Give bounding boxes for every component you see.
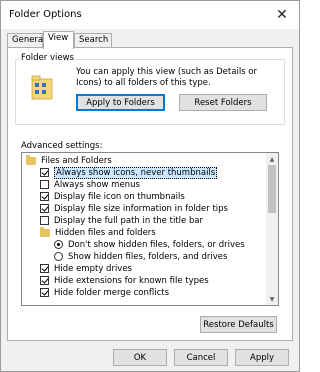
scrollbar-thumb[interactable] [268,165,276,213]
apply-to-folders-button[interactable]: Apply to Folders [76,94,165,111]
setting-hide-empty-drives[interactable]: Hide empty drives [40,263,132,274]
radio-button[interactable] [54,240,63,249]
setting-display-file-icon[interactable]: Display file icon on thumbnails [40,191,185,202]
setting-hide-extensions[interactable]: Hide extensions for known file types [40,275,209,286]
cancel-button[interactable]: Cancel [174,349,228,366]
folder-options-window: Folder Options ✕ General View Search Fol… [0,0,300,372]
setting-label: Hide extensions for known file types [54,275,209,286]
ok-button[interactable]: OK [113,349,167,366]
tree-folder-label: Files and Folders [41,155,112,166]
checkbox[interactable] [40,276,49,285]
tab-view-label: View [48,33,69,43]
checkbox[interactable] [40,168,49,177]
checkbox[interactable] [40,288,49,297]
checkbox[interactable] [40,216,49,225]
folder-views-description: You can apply this view (such as Details… [76,67,258,88]
tree-folder-label: Hidden files and folders [55,227,156,238]
setting-label: Hide empty drives [54,263,132,274]
reset-folders-button[interactable]: Reset Folders [179,94,267,111]
title-bar[interactable]: Folder Options ✕ [1,1,299,29]
tab-general[interactable]: General [7,33,46,48]
radio-button[interactable] [54,252,63,261]
setting-label: Hide folder merge conflicts [54,287,170,298]
setting-label: Display the full path in the title bar [54,215,204,226]
setting-dont-show-hidden[interactable]: Don't show hidden files, folders, or dri… [54,239,245,250]
tab-search[interactable]: Search [74,33,112,48]
apply-button[interactable]: Apply [235,349,289,366]
setting-display-full-path[interactable]: Display the full path in the title bar [40,215,203,226]
folder-icon [40,226,50,237]
close-icon[interactable]: ✕ [265,1,299,29]
setting-always-show-icons[interactable]: Always show icons, never thumbnails [40,166,218,179]
scroll-up-arrow-icon[interactable]: ▲ [266,153,278,165]
restore-defaults-button[interactable]: Restore Defaults [200,316,277,333]
setting-always-show-menus[interactable]: Always show menus [40,179,140,190]
tree-folder-files-and-folders: Files and Folders [26,154,112,166]
tree-folder-hidden-files: Hidden files and folders [40,226,156,238]
setting-label: Don't show hidden files, folders, or dri… [68,239,245,250]
setting-label: Always show menus [54,179,140,190]
folder-icon [26,154,36,165]
advanced-settings-label: Advanced settings: [21,141,103,151]
setting-label: Show hidden files, folders, and drives [68,251,228,262]
tab-general-label: General [12,35,46,45]
checkbox[interactable] [40,204,49,213]
tab-search-label: Search [79,35,109,45]
setting-label: Display file size information in folder … [54,203,228,214]
advanced-settings-tree[interactable]: Files and Folders Always show icons, nev… [21,152,279,306]
tab-view[interactable]: View [43,31,74,49]
setting-display-file-size[interactable]: Display file size information in folder … [40,203,228,214]
checkbox[interactable] [40,264,49,273]
tree-scrollbar[interactable]: ▲ ▼ [266,153,278,305]
checkbox[interactable] [40,180,49,189]
folder-views-icon [31,75,53,100]
setting-label: Always show icons, never thumbnails [54,166,218,179]
setting-hide-merge-conflicts[interactable]: Hide folder merge conflicts [40,287,169,298]
checkbox[interactable] [40,192,49,201]
setting-label: Display file icon on thumbnails [54,191,185,202]
scroll-down-arrow-icon[interactable]: ▼ [266,293,278,305]
window-title: Folder Options [9,9,82,20]
folder-views-label: Folder views [19,53,76,63]
setting-show-hidden[interactable]: Show hidden files, folders, and drives [54,251,227,262]
